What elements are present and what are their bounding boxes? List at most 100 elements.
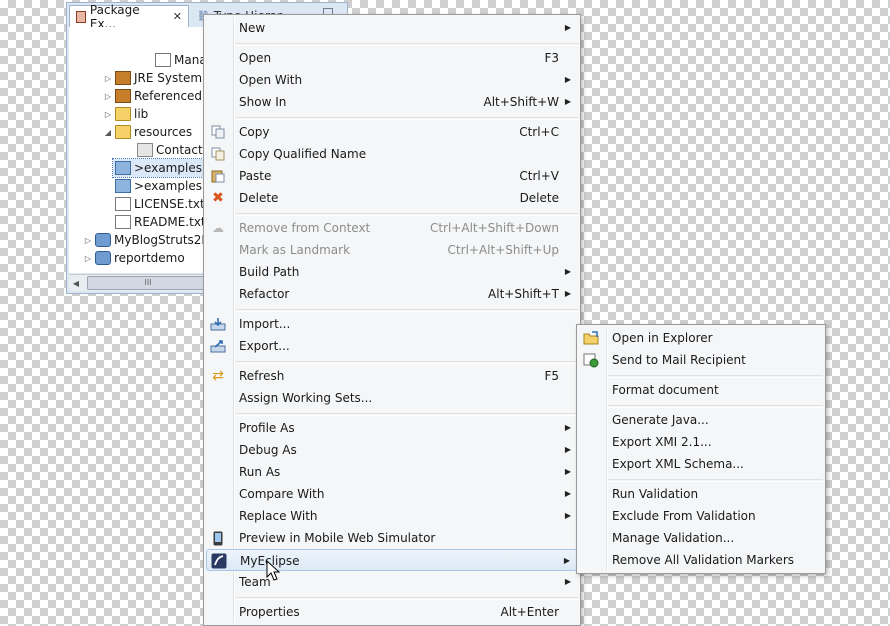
submenu-item-send-to-mail-recipient[interactable]: Send to Mail Recipient (579, 349, 823, 371)
menu-separator (235, 413, 578, 416)
menu-item-label: Run Validation (612, 487, 699, 501)
menu-item-mark-as-landmark[interactable]: Mark as Landmark Ctrl+Alt+Shift+Up (206, 239, 578, 261)
menu-item-build-path[interactable]: Build Path ▶ (206, 261, 578, 283)
menu-item-label: Debug As (239, 443, 297, 457)
close-tab-icon[interactable]: ✕ (173, 10, 182, 23)
menu-item-assign-working-sets[interactable]: Assign Working Sets... (206, 387, 578, 409)
menu-item-label: Export... (239, 339, 290, 353)
menu-item-shortcut: Alt+Shift+T (488, 287, 559, 301)
menu-item-copy-qualified-name[interactable]: Copy Qualified Name (206, 143, 578, 165)
expand-arrow-icon[interactable]: ▷ (103, 92, 113, 101)
menu-item-export[interactable]: Export... (206, 335, 578, 357)
project-icon (95, 233, 111, 247)
menu-item-refactor[interactable]: Refactor Alt+Shift+T ▶ (206, 283, 578, 305)
library-icon (115, 89, 131, 103)
mouse-pointer-icon (266, 560, 281, 581)
tree-item-examples-package-selected[interactable]: >examples.u (111, 158, 215, 178)
menu-item-properties[interactable]: Properties Alt+Enter (206, 601, 578, 623)
tree-item-label: >examples.u (134, 161, 214, 175)
menu-item-import[interactable]: Import... (206, 313, 578, 335)
menu-item-label: Copy (239, 125, 270, 139)
menu-item-label: Compare With (239, 487, 325, 501)
expand-arrow-icon[interactable]: ▷ (83, 236, 93, 245)
menu-item-shortcut: Ctrl+Alt+Shift+Up (447, 243, 559, 257)
tree-item-label: resources (134, 125, 193, 139)
menu-item-shortcut: F5 (544, 369, 559, 383)
tree-item-reportdemo[interactable]: ▷ reportdemo (83, 249, 185, 267)
menu-item-paste[interactable]: Paste Ctrl+V (206, 165, 578, 187)
tree-item-lib[interactable]: ▷ lib (103, 105, 148, 123)
collapse-arrow-icon[interactable]: ◢ (103, 128, 113, 137)
copy-icon (210, 124, 226, 140)
tree-item-label: JRE System L (134, 71, 213, 85)
menu-item-label: Open (239, 51, 272, 65)
tree-item-resources[interactable]: ◢ resources (103, 123, 192, 141)
menu-item-compare-with[interactable]: Compare With ▶ (206, 483, 578, 505)
menu-item-shortcut: Ctrl+C (519, 125, 559, 139)
menu-item-label: Run As (239, 465, 281, 479)
expand-arrow-icon[interactable]: ▷ (83, 254, 93, 263)
scroll-thumb[interactable]: III (87, 276, 209, 290)
submenu-item-remove-validation-markers[interactable]: Remove All Validation Markers (579, 549, 823, 571)
menu-item-open-with[interactable]: Open With ▶ (206, 69, 578, 91)
tree-item-readme[interactable]: README.txt (113, 213, 206, 231)
menu-item-new[interactable]: New ▶ (206, 17, 578, 39)
submenu-item-manage-validation[interactable]: Manage Validation... (579, 527, 823, 549)
menu-item-replace-with[interactable]: Replace With ▶ (206, 505, 578, 527)
menu-item-label: Generate Java... (612, 413, 709, 427)
menu-item-profile-as[interactable]: Profile As ▶ (206, 417, 578, 439)
delete-icon: ✖ (212, 190, 224, 206)
submenu-arrow-icon: ▶ (564, 577, 571, 586)
tree-item-manifest[interactable]: Mana (153, 51, 207, 69)
text-file-icon (115, 215, 131, 229)
file-icon (155, 53, 171, 67)
menu-item-open[interactable]: Open F3 (206, 47, 578, 69)
submenu-item-format-document[interactable]: Format document (579, 379, 823, 401)
tree-item-examples-package[interactable]: >examples.u (113, 177, 213, 195)
tree-item-contacts[interactable]: Contacts (135, 141, 209, 159)
submenu-item-run-validation[interactable]: Run Validation (579, 483, 823, 505)
menu-item-shortcut: Ctrl+V (519, 169, 559, 183)
menu-item-shortcut: Ctrl+Alt+Shift+Down (429, 221, 559, 235)
submenu-item-exclude-from-validation[interactable]: Exclude From Validation (579, 505, 823, 527)
menu-item-label: Open With (239, 73, 303, 87)
menu-item-team[interactable]: Team ▶ (206, 571, 578, 593)
menu-item-myeclipse[interactable]: MyEclipse ▶ (206, 549, 578, 571)
scroll-left-icon[interactable]: ◀ (69, 279, 83, 288)
expand-arrow-icon[interactable]: ▷ (103, 74, 113, 83)
mobile-simulator-icon (210, 530, 226, 546)
menu-item-refresh[interactable]: ⇄ Refresh F5 (206, 365, 578, 387)
menu-item-delete[interactable]: ✖ Delete Delete (206, 187, 578, 209)
menu-item-preview-mobile-web-simulator[interactable]: Preview in Mobile Web Simulator (206, 527, 578, 549)
menu-item-remove-from-context[interactable]: ☁ Remove from Context Ctrl+Alt+Shift+Dow… (206, 217, 578, 239)
remove-context-icon: ☁ (212, 221, 224, 235)
menu-item-copy[interactable]: Copy Ctrl+C (206, 121, 578, 143)
paste-icon (210, 168, 226, 184)
tab-package-explorer[interactable]: Package Ex... ✕ (69, 3, 189, 31)
menu-separator (235, 361, 578, 364)
expand-arrow-icon[interactable]: ▷ (103, 110, 113, 119)
submenu-arrow-icon: ▶ (564, 23, 571, 32)
folder-open-icon (115, 125, 131, 139)
submenu-arrow-icon: ▶ (564, 511, 571, 520)
tree-item-referenced-libraries[interactable]: ▷ Referenced L (103, 87, 213, 105)
submenu-item-export-xmi[interactable]: Export XMI 2.1... (579, 431, 823, 453)
submenu-arrow-icon: ▶ (563, 556, 570, 565)
submenu-item-open-in-explorer[interactable]: Open in Explorer (579, 327, 823, 349)
menu-item-shortcut: Alt+Enter (500, 605, 559, 619)
menu-item-debug-as[interactable]: Debug As ▶ (206, 439, 578, 461)
menu-item-show-in[interactable]: Show In Alt+Shift+W ▶ (206, 91, 578, 113)
submenu-item-export-xml-schema[interactable]: Export XML Schema... (579, 453, 823, 475)
menu-item-label: Assign Working Sets... (239, 391, 373, 405)
submenu-item-generate-java[interactable]: Generate Java... (579, 409, 823, 431)
submenu-arrow-icon: ▶ (564, 289, 571, 298)
tree-item-license[interactable]: LICENSE.txt (113, 195, 205, 213)
menu-item-label: New (239, 21, 266, 35)
tree-item-jre-system-library[interactable]: ▷ JRE System L (103, 69, 213, 87)
submenu-arrow-icon: ▶ (564, 97, 571, 106)
menu-item-run-as[interactable]: Run As ▶ (206, 461, 578, 483)
menu-item-label: Format document (612, 383, 719, 397)
menu-item-shortcut: F3 (544, 51, 559, 65)
menu-separator (608, 375, 823, 378)
tree-item-myblogstruts2[interactable]: ▷ MyBlogStruts2Ex (83, 231, 216, 249)
